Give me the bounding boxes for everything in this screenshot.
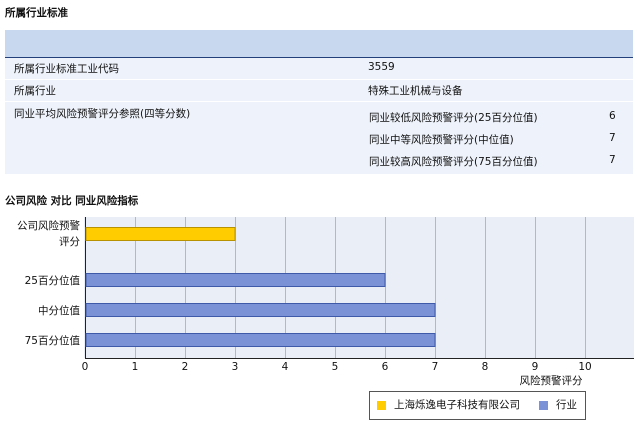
x-tick-label-1: 1 xyxy=(132,361,139,373)
x-tick-label-10: 10 xyxy=(578,361,591,373)
risk-comparison-chart: 公司风险预警评分 25百分位值中分位值 75百分位值 0 1 2 3 4 5 6 7 8 9 10风险预警… xyxy=(17,217,634,387)
bar-industry-3 xyxy=(85,333,436,347)
x-tick-label-6: 6 xyxy=(382,361,389,373)
chart-legend: 上海烁逸电子科技有限公司 行业 xyxy=(369,391,586,420)
category-label-0-line-0: 公司风险预警 xyxy=(17,219,80,232)
bar-industry-1 xyxy=(85,273,386,287)
legend-label-industry: 行业 xyxy=(556,399,577,411)
bar-industry-2 xyxy=(85,303,436,317)
category-label-1: 25百分位值 xyxy=(25,274,81,287)
x-tick-label-4: 4 xyxy=(282,361,289,373)
legend-swatch-company xyxy=(377,401,386,410)
x-tick-label-3: 3 xyxy=(232,361,239,373)
category-label-3: 75百分位值 xyxy=(25,334,81,347)
category-label-2: 中分位值 xyxy=(38,304,80,317)
x-tick-label-5: 5 xyxy=(332,361,339,373)
x-axis-title: 风险预警评分 xyxy=(520,374,583,387)
legend-label-company: 上海烁逸电子科技有限公司 xyxy=(394,399,520,411)
bar-company-0 xyxy=(85,227,236,241)
x-tick-label-7: 7 xyxy=(432,361,439,373)
x-tick-label-2: 2 xyxy=(182,361,189,373)
x-tick-label-8: 8 xyxy=(482,361,489,373)
x-tick-label-0: 0 xyxy=(82,361,89,373)
x-tick-label-9: 9 xyxy=(532,361,539,373)
legend-swatch-industry xyxy=(539,401,548,410)
category-label-0-line-1: 评分 xyxy=(59,236,80,248)
